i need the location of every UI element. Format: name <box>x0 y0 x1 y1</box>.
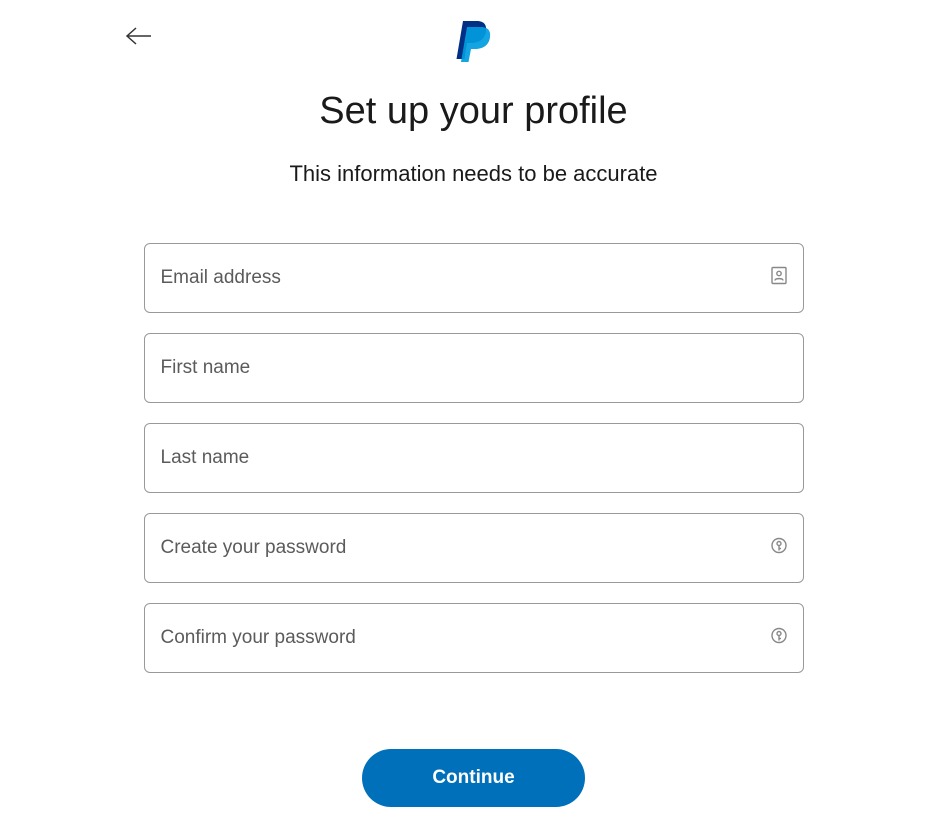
first-name-field[interactable] <box>144 333 804 403</box>
contact-card-icon <box>770 266 788 291</box>
page-subtitle: This information needs to be accurate <box>144 161 804 187</box>
email-group <box>144 243 804 313</box>
paypal-logo <box>455 18 493 67</box>
last-name-field[interactable] <box>144 423 804 493</box>
profile-setup-form: Set up your profile This information nee… <box>144 90 804 807</box>
confirm-password-field[interactable] <box>144 603 804 673</box>
arrow-left-icon <box>125 26 153 46</box>
password-group <box>144 513 804 583</box>
page-title: Set up your profile <box>144 90 804 133</box>
confirm-password-group <box>144 603 804 673</box>
password-field[interactable] <box>144 513 804 583</box>
last-name-group <box>144 423 804 493</box>
back-button[interactable] <box>125 26 153 51</box>
continue-button[interactable]: Continue <box>362 749 584 807</box>
first-name-group <box>144 333 804 403</box>
email-field[interactable] <box>144 243 804 313</box>
key-icon <box>770 537 788 560</box>
key-icon <box>770 627 788 650</box>
